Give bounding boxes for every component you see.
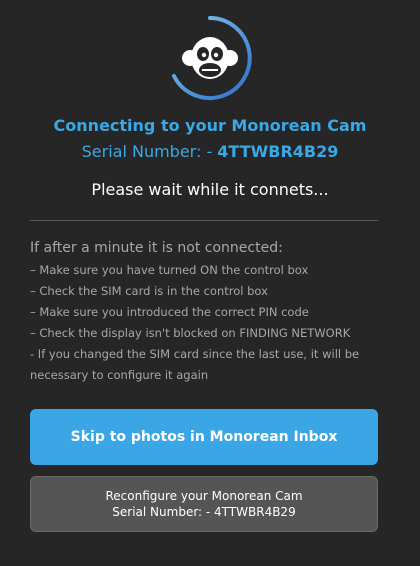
logo-area xyxy=(166,14,254,102)
help-line: – Check the SIM card is in the control b… xyxy=(30,284,268,298)
help-line: – Make sure you have turned ON the contr… xyxy=(30,263,309,277)
help-line: - If you changed the SIM card since the … xyxy=(30,347,360,382)
connecting-title: Connecting to your Monorean Cam xyxy=(53,116,367,135)
reconfigure-label: Reconfigure your Monorean Cam xyxy=(105,489,303,503)
reconfigure-serial: Serial Number: - 4TTWBR4B29 xyxy=(112,505,296,519)
serial-number-label: Serial Number: - xyxy=(81,142,218,161)
serial-number: Serial Number: - 4TTWBR4B29 xyxy=(0,142,420,161)
troubleshooting-help: If after a minute it is not connected: –… xyxy=(30,240,390,386)
wait-message: Please wait while it connets... xyxy=(91,180,329,199)
reconfigure-cam-button[interactable]: Reconfigure your Monorean Cam Serial Num… xyxy=(30,476,378,532)
help-line: – Check the display isn't blocked on FIN… xyxy=(30,326,351,340)
skip-to-inbox-button[interactable]: Skip to photos in Monorean Inbox xyxy=(30,409,378,465)
monkey-logo-icon xyxy=(182,37,238,79)
help-line: – Make sure you introduced the correct P… xyxy=(30,305,309,319)
divider xyxy=(30,220,378,221)
help-heading: If after a minute it is not connected: xyxy=(30,240,283,256)
serial-number-value: 4TTWBR4B29 xyxy=(217,142,339,161)
skip-to-inbox-label: Skip to photos in Monorean Inbox xyxy=(70,429,338,445)
